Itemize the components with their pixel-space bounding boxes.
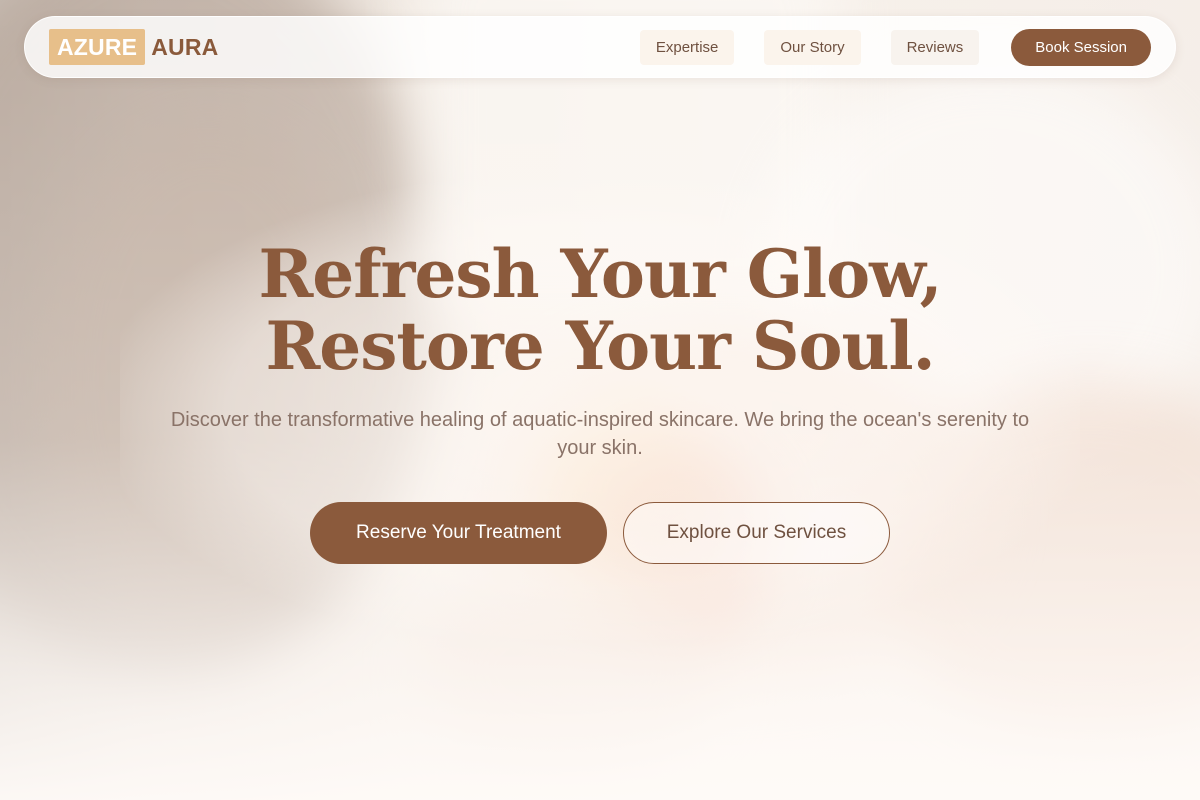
brand-logo[interactable]: AZURE AURA (49, 29, 218, 65)
hero-title-line-2: Restore Your Soul. (265, 307, 935, 385)
explore-services-button[interactable]: Explore Our Services (623, 502, 890, 564)
logo-word: AURA (151, 33, 219, 60)
site-header: AZURE AURA Expertise Our Story Reviews B… (24, 16, 1176, 78)
hero-cta-group: Reserve Your Treatment Explore Our Servi… (310, 502, 890, 564)
hero-title: Refresh Your Glow, Restore Your Soul. (258, 235, 942, 385)
main-nav: Expertise Our Story Reviews Book Session (639, 28, 1151, 66)
nav-link-expertise[interactable]: Expertise (639, 29, 735, 65)
book-session-button[interactable]: Book Session (1011, 28, 1151, 66)
reserve-treatment-button[interactable]: Reserve Your Treatment (310, 502, 607, 564)
logo-badge: AZURE (49, 29, 146, 65)
nav-link-our-story[interactable]: Our Story (764, 29, 861, 65)
hero-subtitle: Discover the transformative healing of a… (170, 409, 1030, 459)
hero-section: Refresh Your Glow, Restore Your Soul. Di… (0, 238, 1200, 564)
hero-title-line-1: Refresh Your Glow, (258, 235, 942, 313)
nav-link-reviews[interactable]: Reviews (890, 29, 980, 65)
